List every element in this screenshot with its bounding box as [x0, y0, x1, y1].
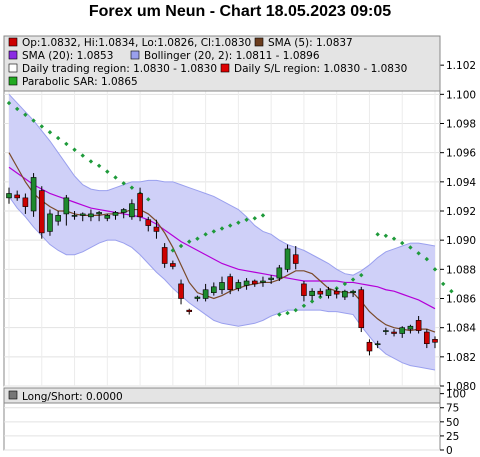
legend-swatch — [8, 76, 18, 86]
candle-body — [145, 219, 152, 226]
y-tick-label: 1.090 — [446, 235, 476, 247]
legend-entry: Daily trading region: 1.0830 - 1.0830 — [22, 63, 217, 75]
candle-body — [284, 248, 291, 270]
candle-body — [153, 226, 160, 232]
candle-body — [38, 190, 45, 234]
candle-body — [358, 289, 365, 328]
candle-body — [170, 263, 176, 267]
y-tick-label: 0 — [446, 445, 453, 457]
candle-body — [178, 283, 184, 299]
candle-body — [260, 280, 266, 283]
candle-body — [292, 254, 299, 264]
candle-body — [432, 339, 438, 343]
candle-body — [268, 277, 274, 280]
candle-body — [6, 193, 12, 199]
candle-body — [71, 215, 78, 217]
sub-legend-swatch — [8, 390, 18, 400]
candle-body — [104, 215, 111, 219]
candle-body — [30, 177, 37, 212]
candle-body — [88, 213, 94, 218]
legend-entry: Bollinger (20, 2): 1.0811 - 1.0896 — [144, 50, 320, 62]
legend-swatch — [254, 37, 264, 47]
candle-body — [186, 309, 193, 312]
sar-dot — [440, 281, 446, 287]
legend-swatch — [130, 50, 140, 60]
candle-body — [219, 282, 225, 291]
y-tick-label: 1.088 — [446, 264, 476, 276]
legend-entry: SMA (5): 1.0837 — [268, 37, 353, 49]
candle-body — [391, 331, 397, 334]
legend-swatch — [8, 63, 18, 73]
candle-body — [374, 343, 381, 346]
candle-body — [96, 212, 102, 215]
candle-body — [63, 197, 70, 215]
y-tick-label: 1.086 — [446, 294, 476, 306]
candle-body — [120, 209, 127, 213]
candle-body — [342, 290, 348, 298]
y-tick-label: 25 — [446, 431, 459, 443]
y-tick-label: 1.096 — [446, 148, 476, 160]
candle-body — [366, 341, 373, 352]
candle-body — [161, 247, 168, 264]
candle-body — [211, 286, 217, 293]
legend-swatch — [220, 63, 230, 73]
y-tick-label: 1.098 — [446, 119, 476, 131]
candle-body — [47, 213, 53, 232]
candle-body — [243, 280, 250, 286]
y-tick-label: 1.100 — [446, 89, 476, 101]
y-tick-label: 50 — [446, 417, 459, 429]
candle-body — [202, 289, 209, 299]
candle-body — [407, 325, 414, 330]
legend-entry: Daily S/L region: 1.0830 - 1.0830 — [234, 63, 407, 75]
y-tick-label: 1.092 — [446, 206, 476, 218]
sub-legend-label: Long/Short: 0.0000 — [22, 391, 123, 403]
candle-body — [194, 296, 201, 299]
y-tick-label: 1.084 — [446, 323, 476, 335]
candle-body — [251, 280, 258, 285]
legend-entry: Op:1.0832, Hi:1.0834, Lo:1.0826, Cl:1.08… — [22, 37, 251, 49]
legend-entry: Parabolic SAR: 1.0865 — [22, 76, 138, 88]
candle-body — [235, 282, 242, 289]
candle-body — [14, 194, 20, 199]
candle-body — [325, 289, 332, 296]
candle-body — [350, 290, 356, 293]
candle-body — [415, 320, 422, 331]
legend-swatch — [8, 50, 18, 60]
y-tick-label: 1.094 — [446, 177, 476, 189]
candle-body — [317, 290, 324, 295]
candle-body — [309, 290, 315, 296]
y-tick-label: 75 — [446, 403, 459, 415]
candle-body — [129, 203, 135, 218]
sub-y-axis: 0 25 50 75 100 — [440, 389, 466, 457]
candle-body — [22, 197, 29, 207]
candle-body — [137, 193, 143, 218]
y-tick-label: 100 — [446, 389, 466, 401]
main-y-axis: 1.0801.0821.0841.0861.0881.0901.0921.094… — [440, 60, 476, 393]
candle-body — [227, 276, 233, 291]
candle-body — [301, 283, 307, 296]
chart-canvas: 1.0801.0821.0841.0861.0881.0901.0921.094… — [3, 35, 476, 457]
legend-entry: SMA (20): 1.0853 — [22, 50, 113, 62]
candle-body — [399, 327, 406, 334]
y-tick-label: 1.102 — [446, 60, 476, 72]
candle-body — [79, 213, 86, 216]
candle-body — [55, 215, 61, 222]
candle-body — [276, 267, 283, 279]
candle-body — [112, 212, 119, 216]
y-tick-label: 1.082 — [446, 352, 476, 364]
candle-body — [383, 330, 389, 332]
candle-body — [424, 331, 430, 345]
candle-body — [333, 290, 340, 295]
legend-swatch — [8, 37, 18, 47]
